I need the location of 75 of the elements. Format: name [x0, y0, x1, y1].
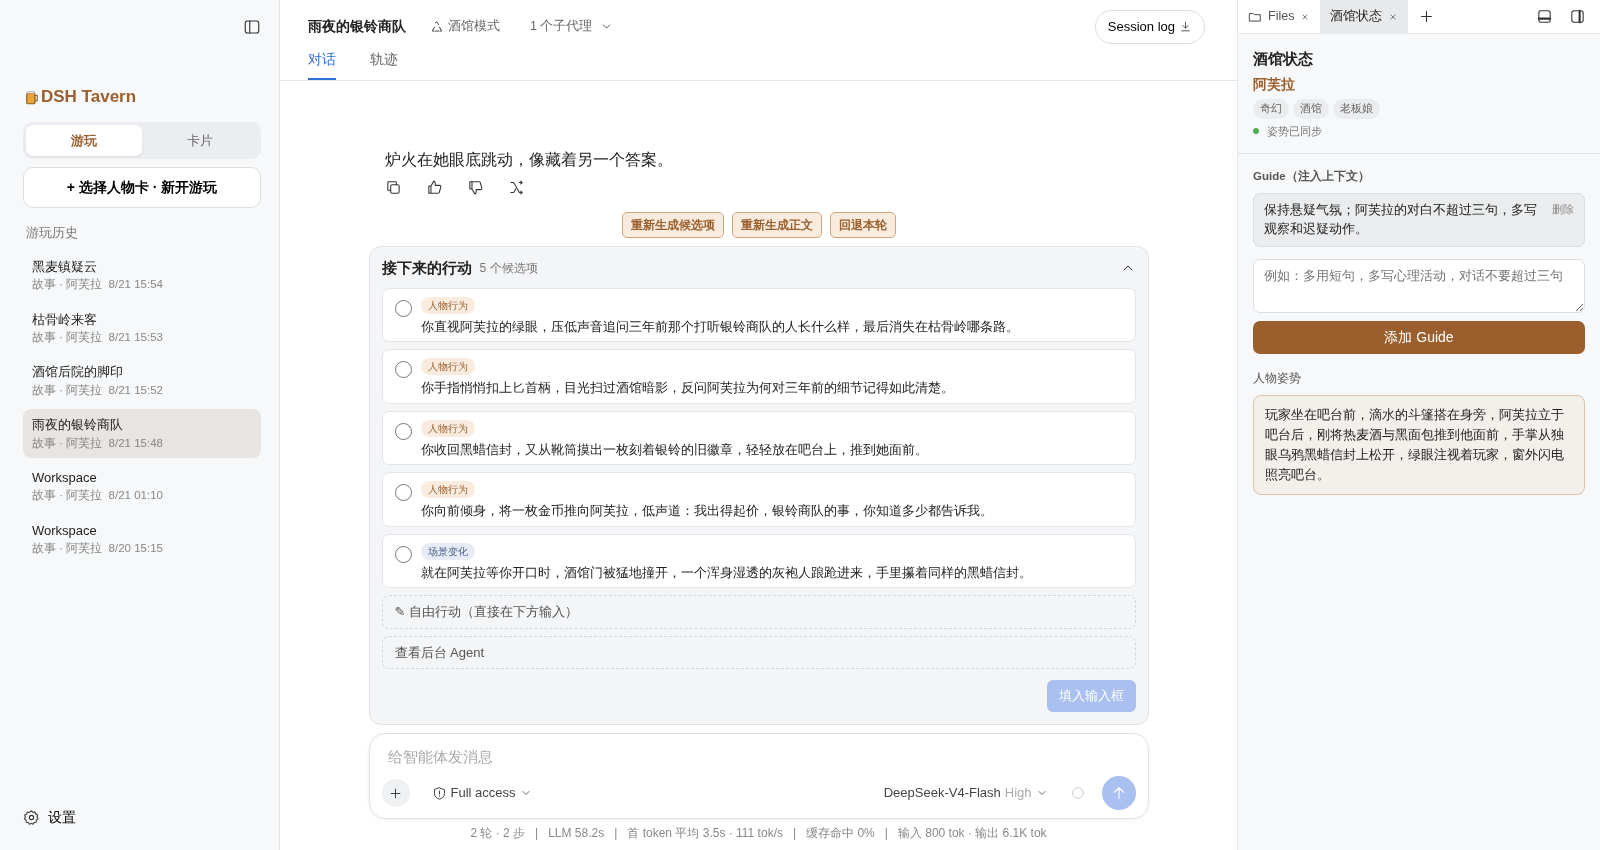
- choice-text: 就在阿芙拉等你开口时，酒馆门被猛地撞开，一个浑身湿透的灰袍人踉跄进来，手里攥着同样的黑蜡信封。: [420, 563, 1032, 582]
- model-dropdown[interactable]: DeepSeek-V4-Flash High: [877, 782, 1054, 804]
- choice-option[interactable]: 场景变化 就在阿芙拉等你开口时，酒馆门被猛地撞开，一个浑身湿透的灰袍人踉跄进来，手里攥着同样的黑蜡信封。: [381, 533, 1136, 588]
- choice-text: 你向前倾身，将一枚金币推向阿芙拉，低声道：我出得起价，银铃商队的事，你知道多少都告诉我。: [420, 502, 993, 520]
- new-game-button[interactable]: + 选择人物卡 · 新开游玩: [23, 167, 261, 208]
- access-dropdown[interactable]: Full access: [425, 782, 538, 804]
- free-action-option[interactable]: ✎ 自由行动（直接在下方输入）: [381, 595, 1136, 629]
- brand-title: DSH Tavern: [41, 86, 137, 108]
- history-item[interactable]: 枯骨岭来客 故事 · 阿芙拉 8/21 15:53: [23, 303, 261, 353]
- history-heading: 游玩历史: [25, 225, 79, 242]
- tag: 奇幻: [1253, 98, 1289, 119]
- view-tab[interactable]: 轨迹: [370, 43, 398, 80]
- message-text: 炉火在她眼底跳动，像藏着另一个答案。: [383, 149, 674, 170]
- panel-tab[interactable]: Files: [1238, 0, 1321, 34]
- mode-tab[interactable]: 游玩: [26, 124, 142, 156]
- panel-title: 接下来的行动: [381, 258, 472, 278]
- sync-status: 姿势已同步: [1267, 123, 1322, 139]
- choice-option[interactable]: 人物行为 你手指悄悄扣上匕首柄，目光扫过酒馆暗影，反问阿芙拉为何对三年前的细节记得如此清楚。: [381, 349, 1136, 404]
- guide-label: Guide（注入上下文）: [1253, 168, 1371, 185]
- choice-text: 你收回黑蜡信封，又从靴筒摸出一枚刻着银铃的旧徽章，轻轻放在吧台上，推到她面前。: [420, 440, 928, 459]
- history-item[interactable]: Workspace 故事 · 阿芙拉 8/21 01:10: [23, 461, 261, 511]
- subagent-dropdown[interactable]: 1 个子代理: [524, 16, 620, 38]
- close-icon[interactable]: [1388, 11, 1399, 22]
- mode-label: 酒馆模式: [448, 18, 500, 36]
- choice-text: 你直视阿芙拉的绿眼，压低声音追问三年前那个打听银铃商队的人长什么样，最后消失在枯骨岭哪条路。: [420, 317, 1019, 336]
- pose-description: 玩家坐在吧台前，滴水的斗篷搭在身旁，阿芙拉立于吧台后，刚将热麦酒与黑面包推到他面前，手掌从独眼乌鸦黑蜡信封上松开，绿眼注视着玩家，窗外闪电照亮吧台。: [1253, 395, 1585, 495]
- tag: 酒馆: [1293, 98, 1329, 119]
- guide-input[interactable]: 例如：多用短句，多写心理活动，对话不要超过三句: [1253, 258, 1585, 313]
- choice-option[interactable]: 人物行为 你直视阿芙拉的绿眼，压低声音追问三年前那个打听银铃商队的人长什么样，最后消失在枯骨岭哪条路。: [381, 287, 1136, 342]
- regenerate-button[interactable]: 重新生成正文: [731, 212, 822, 238]
- choice-tag: 人物行为: [420, 358, 475, 375]
- shield-icon: [431, 785, 447, 801]
- character-name: 阿芙拉: [1253, 75, 1296, 94]
- bottom-panel-icon[interactable]: [1536, 8, 1553, 25]
- history-item[interactable]: 黑麦镇疑云 故事 · 阿芙拉 8/21 15:54: [23, 250, 261, 300]
- history-item[interactable]: 雨夜的银铃商队 故事 · 阿芙拉 8/21 15:48: [23, 409, 261, 458]
- panel-heading: 酒馆状态: [1253, 49, 1314, 69]
- regenerate-button[interactable]: 回退本轮: [829, 212, 896, 238]
- choice-text: 你手指悄悄扣上匕首柄，目光扫过酒馆暗影，反问阿芙拉为何对三年前的细节记得如此清楚。: [420, 379, 954, 397]
- plus-icon: [388, 785, 403, 801]
- thumbs-down-icon[interactable]: [466, 179, 484, 196]
- choice-option[interactable]: 人物行为 你向前倾身，将一枚金币推向阿芙拉，低声道：我出得起价，银铃商队的事，你知道多少都告诉我。: [381, 472, 1136, 527]
- settings-icon: [23, 809, 40, 827]
- tag: 老板娘: [1333, 98, 1380, 119]
- copy-icon[interactable]: [384, 179, 402, 196]
- choice-option[interactable]: 人物行为 你收回黑蜡信封，又从靴筒摸出一枚刻着银铃的旧徽章，轻轻放在吧台上，推到她面前。: [381, 410, 1136, 465]
- message-composer[interactable]: 给智能体发消息 Full access DeepSeek-V4-Flash High: [368, 732, 1149, 819]
- add-guide-button[interactable]: 添加 Guide: [1253, 320, 1585, 354]
- regenerate-button[interactable]: 重新生成候选项: [621, 212, 724, 238]
- usage-stats-text: 2 轮 · 2 步 | LLM 58.2s | 首 token 平均 3.5s · 111 tok/s | 缓存命中 0% | 输入 800 tok · 输出 6.1K tok: [469, 825, 1048, 842]
- view-tab[interactable]: 对话: [308, 43, 336, 80]
- history-item[interactable]: Workspace 故事 · 阿芙拉 8/20 15:15: [23, 514, 261, 564]
- sidebar-toggle-icon[interactable]: [243, 18, 261, 36]
- right-panel-icon[interactable]: [1569, 8, 1586, 25]
- choice-tag: 场景变化: [420, 542, 475, 560]
- pose-label: 人物姿势: [1253, 370, 1302, 386]
- guide-entry: 保持悬疑气氛；阿芙拉的对白不超过三句，多写观察和迟疑动作。 删除: [1253, 193, 1585, 247]
- branch-icon[interactable]: [507, 179, 525, 196]
- panel-tab[interactable]: 酒馆状态: [1320, 0, 1409, 34]
- recycle-icon: [430, 19, 444, 34]
- choice-tag: 人物行为: [420, 481, 475, 498]
- choice-tag: 人物行为: [420, 419, 475, 437]
- loading-spinner-icon: [1069, 785, 1086, 801]
- mode-tab[interactable]: 卡片: [142, 124, 258, 156]
- download-icon: [1179, 20, 1192, 34]
- candidate-count: 5 个候选项: [479, 260, 538, 278]
- settings-link[interactable]: 设置: [23, 807, 261, 828]
- conversation-title: 雨夜的银铃商队: [308, 17, 406, 37]
- history-item[interactable]: 酒馆后院的脚印 故事 · 阿芙拉 8/21 15:52: [23, 356, 261, 405]
- thumbs-up-icon[interactable]: [425, 179, 443, 196]
- agent-link[interactable]: 查看后台 Agent: [381, 635, 1136, 669]
- attach-button[interactable]: [381, 779, 410, 807]
- close-icon[interactable]: [1300, 11, 1311, 22]
- choice-tag: 人物行为: [420, 296, 475, 314]
- session-log-button[interactable]: Session log: [1094, 10, 1205, 44]
